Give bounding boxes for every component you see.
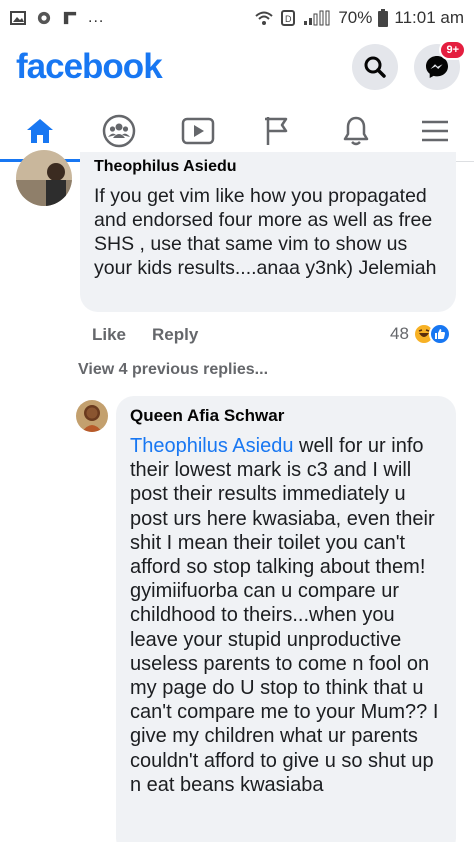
flipboard-icon [63,11,77,25]
comment-text: Theophilus Asiedu well for ur info their… [130,434,442,797]
avatar[interactable] [76,400,108,432]
home-icon [26,118,53,143]
tab-groups[interactable] [89,102,149,160]
tab-watch[interactable] [168,102,228,160]
search-icon [364,56,386,78]
chrome-icon [37,11,51,25]
view-previous-replies[interactable]: View 4 previous replies... [78,361,268,379]
app-header: facebook 9+ [0,36,474,98]
comment-author[interactable]: Queen Afia Schwar [130,406,442,426]
mention-link[interactable]: Theophilus Asiedu [130,435,293,457]
tab-pages[interactable] [247,102,307,160]
messenger-button[interactable]: 9+ [414,40,466,90]
comment-bubble: Theophilus Asiedu If you get vim like ho… [80,152,456,312]
menu-icon [421,120,448,141]
reply-button[interactable]: Reply [152,325,198,345]
battery-icon [378,9,389,27]
comment-text: If you get vim like how you propagated a… [94,185,437,279]
status-overflow: ... [88,9,105,26]
notifications-bell-icon [343,116,368,145]
pages-flag-icon [264,116,287,145]
signal-icon [304,10,330,26]
search-button[interactable] [352,44,398,90]
tab-menu[interactable] [405,102,465,160]
messenger-badge: 9+ [439,40,466,60]
clock: 11:01 am [394,8,464,27]
watch-icon [181,117,214,144]
comment-bubble: Queen Afia Schwar Theophilus Asiedu well… [116,396,456,842]
wifi-icon [255,11,274,25]
profile-photo-icon [76,400,108,432]
facebook-logo[interactable]: facebook [16,47,163,87]
like-reaction-icon [428,323,451,345]
svg-text:D: D [285,14,292,24]
groups-icon [102,114,135,147]
avatar[interactable] [16,150,72,206]
header-actions: 9+ [352,40,466,90]
reaction-count: 48 [390,324,409,343]
data-saver-icon: D [281,10,296,26]
comment-body: well for ur info their lowest mark is c3… [130,435,439,796]
status-left: ... [10,9,104,27]
like-button[interactable]: Like [92,325,126,345]
gallery-icon [10,11,26,25]
comment-author[interactable]: Theophilus Asiedu [94,158,442,176]
comment-actions: Like Reply [92,325,198,345]
status-right: D 70% 11:01 am [254,8,464,28]
tab-notifications[interactable] [326,102,386,160]
battery-percent: 70% [338,8,373,27]
status-bar: ... D 70% 11:01 am [0,0,474,36]
profile-photo-icon [16,150,72,206]
reaction-summary[interactable]: 48 [390,323,451,345]
